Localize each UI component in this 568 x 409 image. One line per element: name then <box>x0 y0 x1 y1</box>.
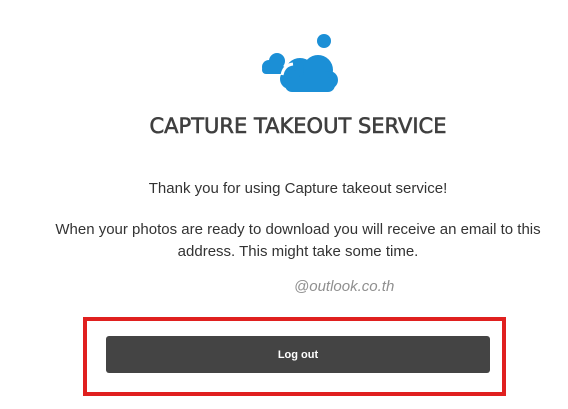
logout-button[interactable]: Log out <box>106 336 490 373</box>
info-text: When your photos are ready to download y… <box>55 221 541 260</box>
email-address: @outlook.co.th <box>294 278 395 295</box>
thank-you-text: Thank you for using Capture takeout serv… <box>148 180 448 197</box>
takeout-page: CAPTURE TAKEOUT SERVICE Thank you for us… <box>0 0 568 409</box>
page-title: CAPTURE TAKEOUT SERVICE <box>149 114 447 139</box>
cloud-icon <box>262 34 338 92</box>
